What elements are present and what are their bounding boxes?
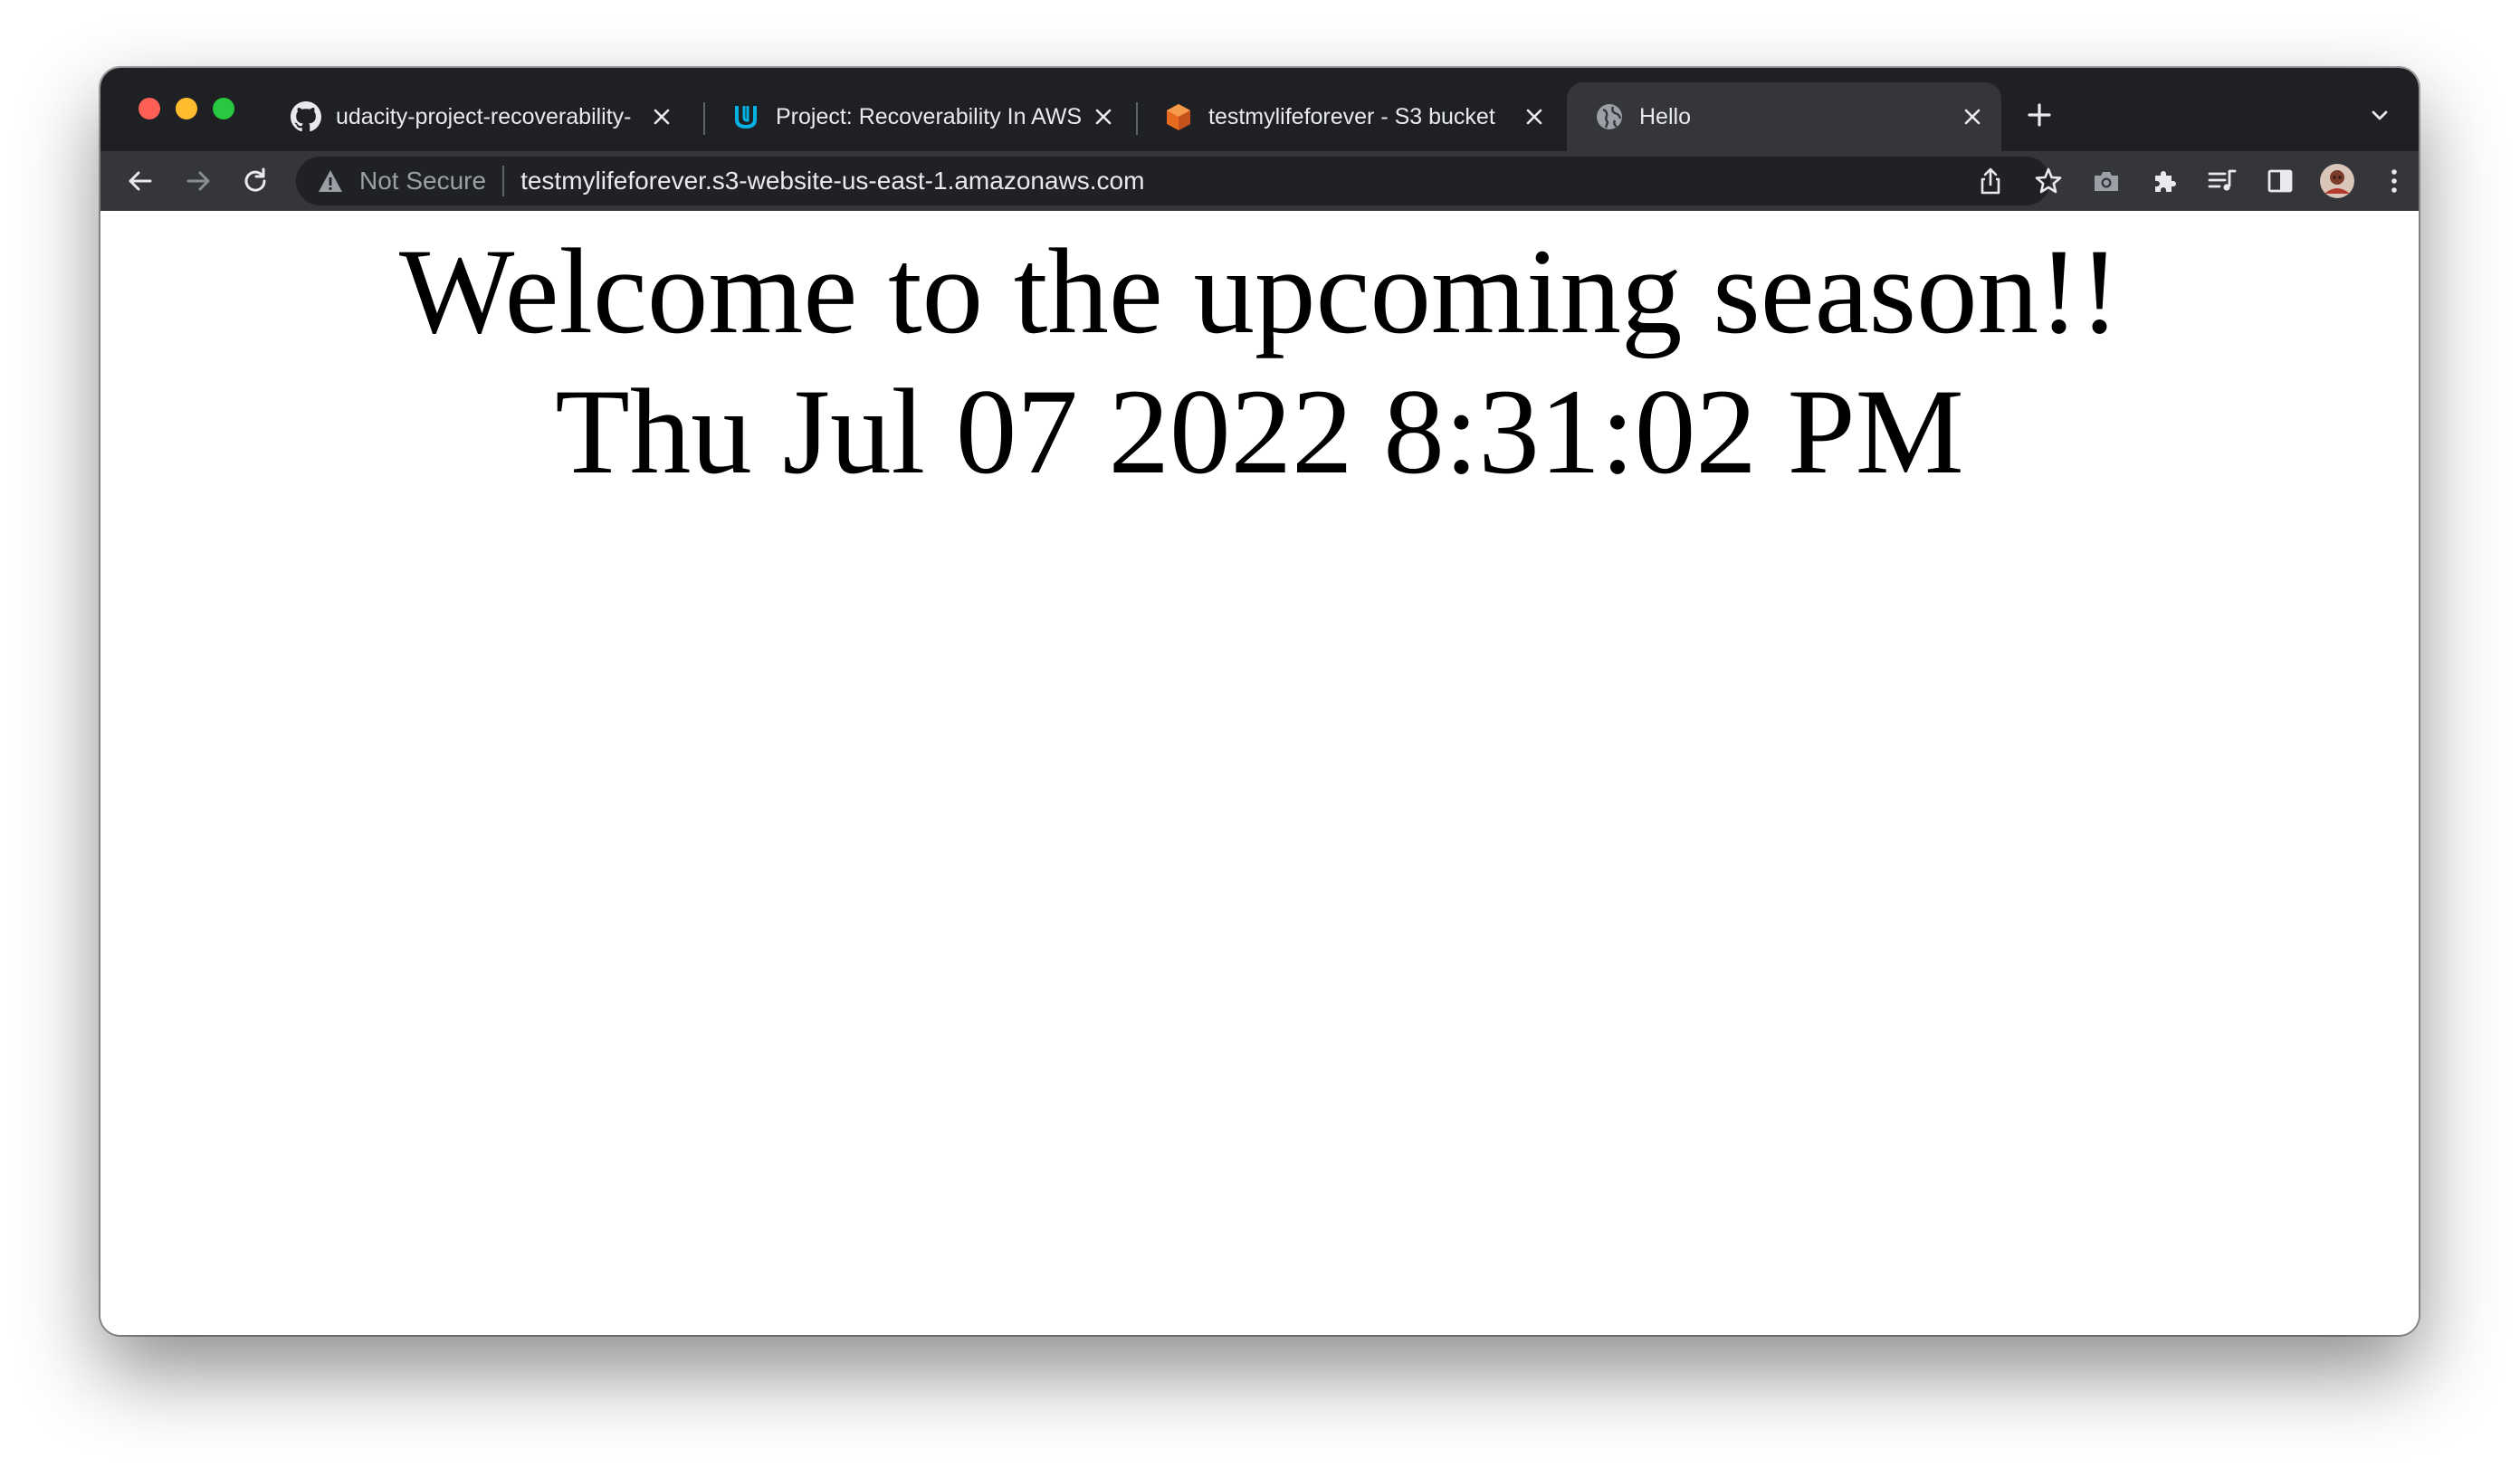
close-tab-icon[interactable] — [1516, 99, 1552, 135]
address-bar[interactable]: Not Secure testmylifeforever.s3-website-… — [296, 157, 2062, 205]
minimize-window-button[interactable] — [176, 98, 197, 119]
tab-search-chevron-down-icon[interactable] — [2362, 97, 2398, 133]
forward-button[interactable] — [177, 159, 220, 203]
tab-hello[interactable]: Hello — [1567, 82, 2001, 151]
share-icon[interactable] — [1972, 163, 2009, 199]
tab-strip: udacity-project-recoverability- Project:… — [100, 68, 2419, 151]
more-menu-icon[interactable] — [2372, 159, 2416, 203]
reading-list-icon[interactable] — [2200, 159, 2244, 203]
extensions-puzzle-icon[interactable] — [2143, 159, 2186, 203]
github-icon — [291, 101, 321, 132]
globe-icon — [1594, 101, 1625, 132]
bookmark-star-icon[interactable] — [2030, 163, 2067, 199]
close-window-button[interactable] — [138, 98, 160, 119]
profile-avatar[interactable] — [2315, 159, 2359, 203]
url-text[interactable]: testmylifeforever.s3-website-us-east-1.a… — [520, 167, 1144, 195]
tab-title: udacity-project-recoverability- — [336, 103, 632, 129]
welcome-heading: Welcome to the upcoming season!! — [398, 224, 2121, 359]
datetime-text: Thu Jul 07 2022 8:31:02 PM — [555, 365, 1964, 500]
tab-github[interactable]: udacity-project-recoverability- — [263, 82, 691, 151]
close-tab-icon[interactable] — [1085, 99, 1122, 135]
page-content: Welcome to the upcoming season!! Thu Jul… — [100, 211, 2419, 1335]
tab-title: Project: Recoverability In AWS — [776, 103, 1083, 129]
maximize-window-button[interactable] — [213, 98, 234, 119]
aws-s3-icon — [1163, 101, 1194, 132]
tab-title: Hello — [1639, 103, 1691, 129]
udacity-icon — [730, 101, 761, 132]
browser-toolbar: Not Secure testmylifeforever.s3-website-… — [100, 151, 2419, 211]
tab-s3-bucket[interactable]: testmylifeforever - S3 bucket — [1136, 82, 1563, 151]
new-tab-button[interactable] — [2021, 97, 2057, 133]
tab-title: testmylifeforever - S3 bucket — [1208, 103, 1495, 129]
warning-icon[interactable] — [314, 165, 347, 197]
back-button[interactable] — [119, 159, 162, 203]
address-divider — [502, 166, 505, 196]
close-tab-icon[interactable] — [1954, 99, 1990, 135]
tab-udacity[interactable]: Project: Recoverability In AWS — [703, 82, 1132, 151]
security-status-label[interactable]: Not Secure — [359, 167, 486, 195]
camera-icon[interactable] — [2085, 159, 2128, 203]
side-panel-icon[interactable] — [2258, 159, 2302, 203]
browser-window: udacity-project-recoverability- Project:… — [100, 68, 2419, 1335]
close-tab-icon[interactable] — [644, 99, 680, 135]
reload-button[interactable] — [234, 159, 277, 203]
